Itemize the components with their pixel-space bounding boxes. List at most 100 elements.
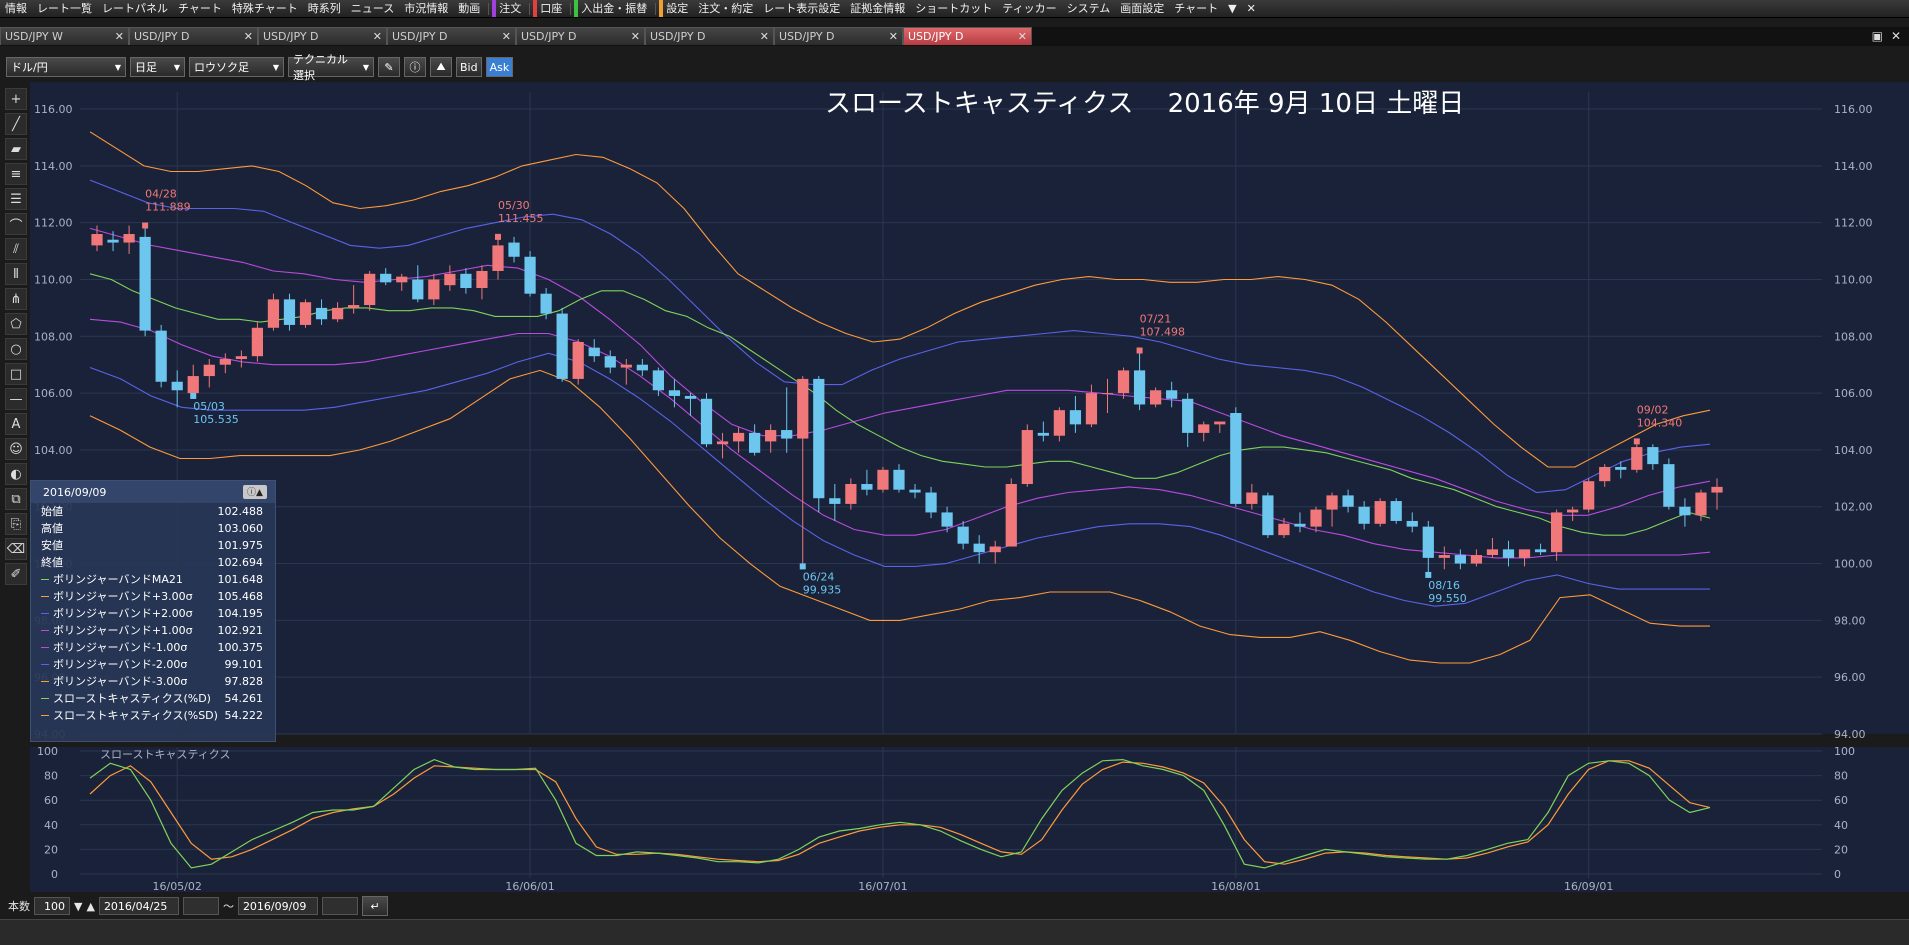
menu-item[interactable]: 特殊チャート xyxy=(227,0,303,17)
price-chart[interactable]: 116.00 116.00 114.00 114.00 112.00 112.00 110.… xyxy=(30,82,1909,893)
data-window-row-label: 始値 xyxy=(41,503,63,520)
info-toggle-icon[interactable]: ⓘ▲ xyxy=(243,485,267,499)
currency-pair-select[interactable]: ドル/円 ▼ xyxy=(6,57,126,77)
menu-item[interactable]: 証拠金情報 xyxy=(845,0,910,17)
pencil-icon[interactable]: ✎ xyxy=(378,57,400,77)
palette-icon[interactable]: ◐ xyxy=(5,463,27,485)
menu-more-icon[interactable]: ▼ xyxy=(1223,0,1241,17)
ask-button[interactable]: Ask xyxy=(485,57,514,77)
channel-icon[interactable]: ⫽ xyxy=(5,238,27,260)
menu-item[interactable]: ショートカット xyxy=(910,0,997,17)
candle-body xyxy=(1198,424,1210,433)
circle-icon[interactable]: ○ xyxy=(5,338,27,360)
chart-tab-label: USD/JPY D xyxy=(779,30,835,43)
chart-area[interactable]: 116.00 116.00 114.00 114.00 112.00 112.00 110.… xyxy=(30,82,1909,893)
to-time-field[interactable] xyxy=(321,897,358,915)
menu-item[interactable]: ティッカー xyxy=(997,0,1061,17)
data-window-row: スローストキャスティクス(%D) 54.261 xyxy=(31,690,275,707)
menu-item[interactable]: 入出金・振替 xyxy=(574,0,652,17)
copy-icon[interactable]: ⧉ xyxy=(5,488,27,510)
candle-body xyxy=(765,430,777,442)
menu-item[interactable]: レート表示設定 xyxy=(758,0,845,17)
menu-item[interactable]: チャート xyxy=(173,0,227,17)
to-date-field[interactable]: 2016/09/09 xyxy=(237,897,318,915)
count-field[interactable]: 100 xyxy=(34,897,70,915)
count-down-icon[interactable]: ▼ xyxy=(74,900,82,913)
menu-item[interactable]: 時系列 xyxy=(303,0,346,17)
horizontal-line-icon[interactable]: ≡ xyxy=(5,163,27,185)
close-tab-icon[interactable]: ✕ xyxy=(244,30,253,43)
parallel-lines-icon[interactable]: ☰ xyxy=(5,188,27,210)
menu-item[interactable]: レート一覧 xyxy=(32,0,97,17)
chart-tab[interactable]: USD/JPY D ✕ xyxy=(903,27,1032,45)
period-label: 日足 xyxy=(135,61,157,74)
menu-item[interactable]: 市況情報 xyxy=(399,0,453,17)
close-tab-icon[interactable]: ✕ xyxy=(373,30,382,43)
menu-close-icon[interactable]: ✕ xyxy=(1242,0,1261,17)
menu-item[interactable]: ニュース xyxy=(346,0,399,17)
pitchfork-icon[interactable]: ⋔ xyxy=(5,288,27,310)
menu-item[interactable]: レートパネル xyxy=(97,0,173,17)
close-tab-icon[interactable]: ✕ xyxy=(502,30,511,43)
close-tab-icon[interactable]: ✕ xyxy=(115,30,124,43)
hline-icon[interactable]: — xyxy=(5,388,27,410)
bid-button[interactable]: Bid xyxy=(456,57,482,77)
menu-item[interactable]: 画面設定 xyxy=(1115,0,1169,17)
menu-item[interactable]: システム xyxy=(1062,0,1116,17)
menu-item[interactable]: 情報 xyxy=(0,0,32,17)
close-tab-icon[interactable]: ✕ xyxy=(889,30,898,43)
data-window-row-label: ボリンジャーバンド-3.00σ xyxy=(41,673,187,690)
menu-item[interactable]: 注文・約定 xyxy=(693,0,758,17)
chart-tab[interactable]: USD/JPY W ✕ xyxy=(0,27,129,45)
price-axis-label-right: 104.00 xyxy=(1834,444,1873,457)
candle-body xyxy=(732,432,745,442)
close-tab-icon[interactable]: ✕ xyxy=(760,30,769,43)
chart-tab[interactable]: USD/JPY D ✕ xyxy=(516,27,645,45)
menu-item[interactable]: 注文 xyxy=(492,0,526,17)
menu-item[interactable]: 口座 xyxy=(533,0,567,17)
price-axis-label-right: 108.00 xyxy=(1834,330,1873,343)
series-color-swatch xyxy=(41,647,49,648)
date-axis-label: 16/07/01 xyxy=(858,880,907,892)
menu-item[interactable]: 設定 xyxy=(659,0,693,17)
data-window-row-value: 101.975 xyxy=(217,539,264,552)
candle-body xyxy=(1294,523,1306,527)
eraser-all-icon[interactable]: ✐ xyxy=(5,563,27,585)
restore-window-icon[interactable]: ▣ xyxy=(1872,29,1883,43)
smiley-icon[interactable]: ☺ xyxy=(5,438,27,460)
from-date-field[interactable]: 2016/04/25 xyxy=(98,897,179,915)
menu-item[interactable]: チャート xyxy=(1169,0,1223,17)
from-time-field[interactable] xyxy=(182,897,219,915)
ruler-icon[interactable]: ▰ xyxy=(5,138,27,160)
return-icon[interactable]: ↵ xyxy=(361,896,388,916)
candle-body xyxy=(1631,447,1643,470)
technical-select[interactable]: テクニカル選択 ▼ xyxy=(288,53,374,82)
period-select[interactable]: 日足 ▼ xyxy=(130,57,185,77)
mountain-icon[interactable]: ⛰ xyxy=(430,57,452,77)
candle-body xyxy=(476,270,488,289)
crosshair-icon[interactable]: + xyxy=(5,88,27,110)
count-up-icon[interactable]: ▲ xyxy=(86,900,94,913)
close-tab-icon[interactable]: ✕ xyxy=(1018,30,1027,43)
candle-body xyxy=(1518,549,1531,558)
chart-tab[interactable]: USD/JPY D ✕ xyxy=(774,27,903,45)
vertical-lines-icon[interactable]: ⦀ xyxy=(5,263,27,285)
close-window-icon[interactable]: ✕ xyxy=(1891,29,1901,43)
polygon-icon[interactable]: ⬠ xyxy=(5,313,27,335)
chart-tab[interactable]: USD/JPY D ✕ xyxy=(387,27,516,45)
info-icon[interactable]: ⓘ xyxy=(404,57,426,77)
trendline-icon[interactable]: ╱ xyxy=(5,113,27,135)
text-icon[interactable]: A xyxy=(5,413,27,435)
chart-tab[interactable]: USD/JPY D ✕ xyxy=(258,27,387,45)
chart-kind-select[interactable]: ロウソク足 ▼ xyxy=(189,57,284,77)
menu-item[interactable]: 動画 xyxy=(453,0,485,17)
chart-tab[interactable]: USD/JPY D ✕ xyxy=(129,27,258,45)
page-icon[interactable]: ⎘ xyxy=(5,513,27,535)
row-label-text: ボリンジャーバンド+3.00σ xyxy=(53,590,193,603)
date-axis-label: 16/05/02 xyxy=(152,880,201,892)
fan-icon[interactable]: ⌒ xyxy=(5,213,27,235)
eraser-icon[interactable]: ⌫ xyxy=(5,538,27,560)
chart-tab[interactable]: USD/JPY D ✕ xyxy=(645,27,774,45)
close-tab-icon[interactable]: ✕ xyxy=(631,30,640,43)
rectangle-icon[interactable]: □ xyxy=(5,363,27,385)
